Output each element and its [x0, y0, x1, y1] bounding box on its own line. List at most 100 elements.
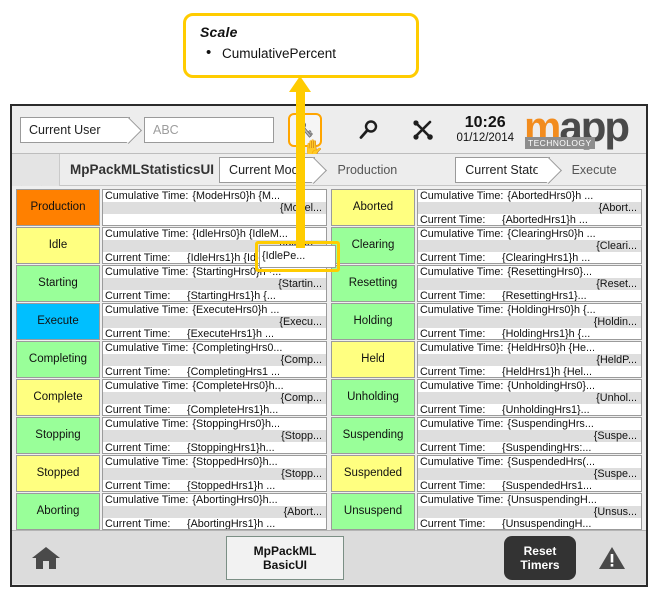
state-button[interactable]: Suspended [331, 455, 415, 492]
state-button[interactable]: Production [16, 189, 100, 226]
percent-bar-line: {Abort... [418, 202, 641, 215]
state-row: Unholding Cumulative Time: {UnholdingHrs0}… [331, 379, 642, 416]
reset-button-line1: Reset [523, 543, 557, 558]
percent-bar-line: {Unhol... [418, 392, 641, 405]
alarm-button[interactable] [592, 538, 632, 578]
current-time-value: {StoppedHrs1}h ... [187, 480, 276, 492]
cumulative-time-label: Cumulative Time: [420, 228, 504, 240]
screen-root: Scale CumulativePercent Current User ABC [0, 0, 658, 594]
state-button[interactable]: Holding [331, 303, 415, 340]
cumulative-time-label: Cumulative Time: [420, 266, 504, 278]
cumulative-time-value: {ExecuteHrs0}h ... [192, 304, 280, 316]
state-row: Completing Cumulative Time: {CompletingHrs… [16, 341, 327, 378]
current-time-line: Current Time: {CompleteHrs1}h... [103, 404, 326, 414]
state-row: Suspending Cumulative Time: {SuspendingHrs… [331, 417, 642, 454]
cumulative-time-line: Cumulative Time: {CompleteHrs0}h... [103, 380, 326, 392]
percent-bar-line: {Reset... [418, 278, 641, 291]
state-timer-panel: Cumulative Time: {SuspendingHrs... {Suspe.… [417, 417, 642, 454]
current-time-line: Current Time: {StoppedHrs1}h ... [103, 480, 326, 492]
state-button[interactable]: Unsuspend [331, 493, 415, 530]
state-button[interactable]: Aborted [331, 189, 415, 226]
login-key-button[interactable]: ✋ [288, 112, 324, 157]
cumulative-time-label: Cumulative Time: [420, 380, 504, 392]
tab-current-state[interactable]: Current State [455, 156, 550, 183]
statistics-column-right: Aborted Cumulative Time: {AbortedHrs0}h ..… [329, 189, 644, 530]
nav-button-line2: BasicUI [262, 557, 308, 572]
callout-list: CumulativePercent [200, 44, 404, 63]
state-button[interactable]: Unholding [331, 379, 415, 416]
nav-mppackml-basicui-button[interactable]: MpPackML BasicUI [226, 535, 344, 580]
current-time-value: {AbortingHrs1}h ... [187, 518, 276, 530]
statistics-column-left: Production Cumulative Time: {ModeHrs0}h {M… [14, 189, 329, 530]
cumulative-time-value: {AbortedHrs0}h ... [507, 190, 594, 202]
state-button[interactable]: Complete [16, 379, 100, 416]
percent-bar-line: {Model... [103, 202, 326, 215]
cumulative-time-label: Cumulative Time: [105, 266, 189, 278]
state-button[interactable]: Execute [16, 303, 100, 340]
state-button[interactable]: Held [331, 341, 415, 378]
hmi-device-frame: Current User ABC ✋ 10:26 01/12/2014 mapp… [10, 104, 648, 587]
search-button[interactable] [352, 113, 386, 147]
cumulative-time-line: Cumulative Time: {AbortedHrs0}h ... [418, 190, 641, 202]
cumulative-time-label: Cumulative Time: [105, 380, 189, 392]
annotation-callout: Scale CumulativePercent [183, 13, 419, 78]
state-timer-panel: Cumulative Time: {AbortedHrs0}h ... {Abort… [417, 189, 642, 226]
state-row: Clearing Cumulative Time: {ClearingHrs0}h … [331, 227, 642, 264]
callout-item: CumulativePercent [200, 44, 404, 63]
current-time-line: Current Time: {AbortedHrs1}h ... [418, 214, 641, 224]
cumulative-time-value: {ModeHrs0}h {M... [192, 190, 281, 202]
annotation-arrow-shaft [296, 88, 305, 248]
current-time-value: {HeldHrs1}h {Hel... [502, 366, 593, 378]
state-button[interactable]: Resetting [331, 265, 415, 302]
reset-timers-button[interactable]: Reset Timers [504, 535, 576, 580]
home-button[interactable] [26, 538, 66, 578]
tools-button[interactable] [406, 113, 440, 147]
cumulative-time-value: {SuspendedHrs(... [507, 456, 596, 468]
cumulative-time-value: {HeldHrs0}h {He... [507, 342, 596, 354]
cumulative-time-line: Cumulative Time: {ResettingHrs0}... [418, 266, 641, 278]
current-time-line: Current Time: {ClearingHrs1}h ... [418, 252, 641, 264]
cumulative-time-line: Cumulative Time: {ModeHrs0}h {M... [103, 190, 326, 202]
cumulative-time-line: Cumulative Time: {AbortingHrs0}h... [103, 494, 326, 506]
percent-bar-line: {Stopp... [103, 430, 326, 443]
state-timer-panel: Cumulative Time: {ExecuteHrs0}h ... {Execu… [102, 303, 327, 340]
state-button[interactable]: Idle [16, 227, 100, 264]
cumulative-time-label: Cumulative Time: [420, 342, 504, 354]
home-icon [32, 546, 60, 569]
percent-bar-line: {HeldP... [418, 354, 641, 367]
cumulative-time-value: {StoppedHrs0}h... [192, 456, 278, 468]
state-button[interactable]: Suspending [331, 417, 415, 454]
percent-bar-line: {Stopp... [103, 468, 326, 481]
current-time-line: Current Time: {UnsuspendingH... [418, 518, 641, 528]
state-button[interactable]: Aborting [16, 493, 100, 530]
state-timer-panel: Cumulative Time: {SuspendedHrs(... {Suspe.… [417, 455, 642, 492]
state-row: Holding Cumulative Time: {HoldingHrs0}h {.… [331, 303, 642, 340]
tab-current-state-label: Current State [465, 162, 540, 177]
idle-percent-highlight-text: {IdlePe... [262, 250, 306, 262]
current-time-label: Current Time: [420, 252, 486, 264]
current-time-value: {ResettingHrs1}... [502, 290, 587, 302]
current-time-line: Current Time: {SuspendingHrs:... [418, 442, 641, 452]
state-button[interactable]: Stopping [16, 417, 100, 454]
current-time-line [103, 214, 326, 224]
current-user-input[interactable]: ABC [144, 116, 274, 143]
current-time-label: Current Time: [105, 518, 171, 530]
state-button[interactable]: Stopped [16, 455, 100, 492]
state-row: Stopping Cumulative Time: {StoppingHrs0}h.… [16, 417, 327, 454]
state-button[interactable]: Completing [16, 341, 100, 378]
breadcrumb: MpPackMLStatisticsUI Current Mode Produc… [12, 153, 646, 186]
cumulative-time-value: {ResettingHrs0}... [507, 266, 593, 278]
state-button[interactable]: Starting [16, 265, 100, 302]
current-time-label: Current Time: [105, 252, 171, 264]
cumulative-time-line: Cumulative Time: {IdleHrs0}h {IdleM... [103, 228, 326, 240]
percent-bar-line: {Suspe... [418, 430, 641, 443]
state-row: Aborted Cumulative Time: {AbortedHrs0}h ..… [331, 189, 642, 226]
cumulative-time-value: {HoldingHrs0}h {... [507, 304, 596, 316]
state-row: Stopped Cumulative Time: {StoppedHrs0}h...… [16, 455, 327, 492]
current-time-line: Current Time: {HoldingHrs1}h {... [418, 328, 641, 338]
cumulative-time-value: {CompleteHrs0}h... [192, 380, 284, 392]
state-button[interactable]: Clearing [331, 227, 415, 264]
current-time-label: Current Time: [420, 290, 486, 302]
search-icon [360, 119, 378, 139]
cumulative-time-label: Cumulative Time: [105, 342, 189, 354]
